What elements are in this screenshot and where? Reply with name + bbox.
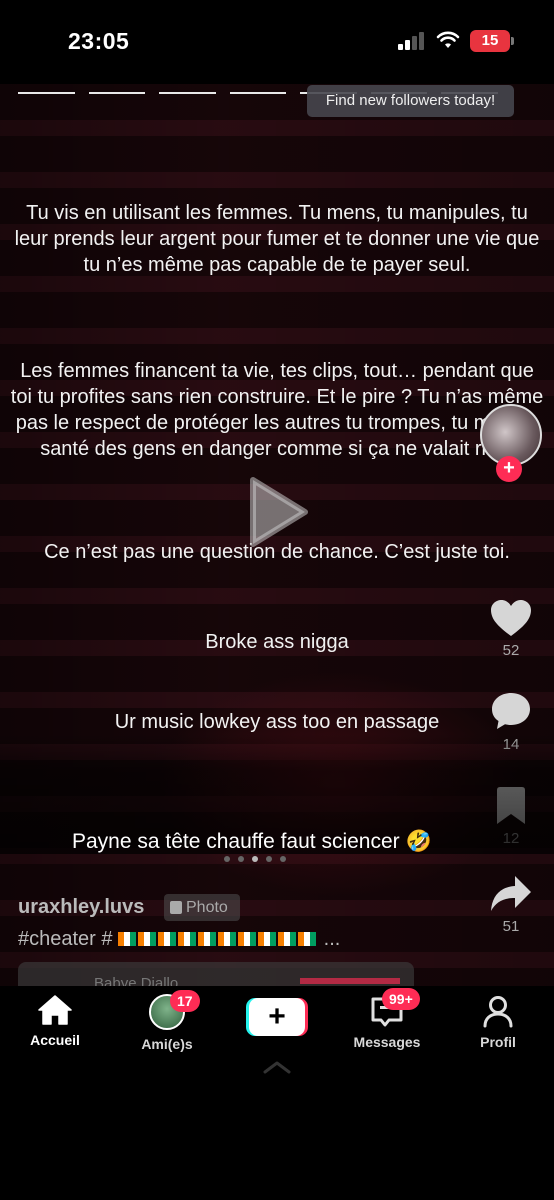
flag-icon	[198, 932, 217, 946]
comment-icon	[492, 693, 530, 729]
hashtag-ellipsis: ...	[323, 928, 341, 950]
create-button[interactable]: +	[246, 998, 308, 1036]
floating-comment: Payne sa tête chauffe faut sciencer 🤣	[72, 830, 432, 853]
flag-icon	[238, 932, 257, 946]
cellular-signal-icon	[398, 32, 426, 50]
flag-icon	[158, 932, 177, 946]
like-button[interactable]: 52	[484, 598, 538, 659]
tab-friends-label: Ami(e)s	[141, 1036, 193, 1052]
bottom-tab-bar: Accueil Ami(e)s 17 + Messages 99+ Profil	[0, 986, 554, 1096]
tab-home-label: Accueil	[30, 1032, 80, 1048]
caption-line-4: Broke ass nigga	[205, 631, 349, 653]
flag-icon	[258, 932, 277, 946]
share-button[interactable]: 51	[484, 874, 538, 935]
flag-icon	[178, 932, 197, 946]
caption-line-5: Ur music lowkey ass too en passage	[114, 711, 440, 733]
flag-icon	[138, 932, 157, 946]
photo-badge: Photo	[164, 894, 240, 921]
home-icon	[38, 995, 72, 1025]
chevron-up-icon[interactable]	[262, 1060, 292, 1074]
play-icon[interactable]	[247, 476, 309, 548]
caption-paragraph-2: Les femmes financent ta vie, tes clips, …	[10, 360, 544, 460]
flag-icon	[118, 932, 137, 946]
photo-icon	[170, 901, 182, 914]
profile-icon	[483, 996, 513, 1028]
tab-profile[interactable]: Profil	[453, 994, 543, 1050]
find-followers-banner[interactable]: Find new followers today!	[307, 85, 514, 117]
like-count: 52	[502, 642, 520, 659]
messages-badge: 99+	[382, 988, 420, 1010]
flag-icon	[278, 932, 297, 946]
music-accent-bar	[300, 978, 400, 984]
share-count: 51	[502, 918, 520, 935]
status-bar: 23:05 15	[0, 0, 554, 84]
flag-icon	[218, 932, 237, 946]
share-arrow-icon	[491, 876, 531, 911]
plus-icon: +	[249, 998, 305, 1036]
hashtag-text: #cheater #	[18, 928, 113, 950]
tab-home[interactable]: Accueil	[10, 994, 100, 1048]
battery-indicator: 15	[470, 30, 514, 52]
follow-plus-button[interactable]: +	[496, 456, 522, 482]
friends-badge: 17	[170, 990, 200, 1012]
post-hashtags[interactable]: #cheater # ...	[18, 928, 340, 951]
flag-icon	[298, 932, 317, 946]
photo-badge-label: Photo	[186, 899, 228, 916]
status-time: 23:05	[68, 28, 130, 54]
tab-messages-label: Messages	[353, 1034, 421, 1050]
heart-icon	[491, 600, 531, 636]
tab-profile-label: Profil	[480, 1034, 516, 1050]
caption-paragraph-1: Tu vis en utilisant les femmes. Tu mens,…	[14, 202, 540, 276]
post-username[interactable]: uraxhley.luvs	[18, 896, 144, 919]
slide-indicator-dots	[224, 856, 286, 862]
wifi-icon	[436, 31, 460, 48]
